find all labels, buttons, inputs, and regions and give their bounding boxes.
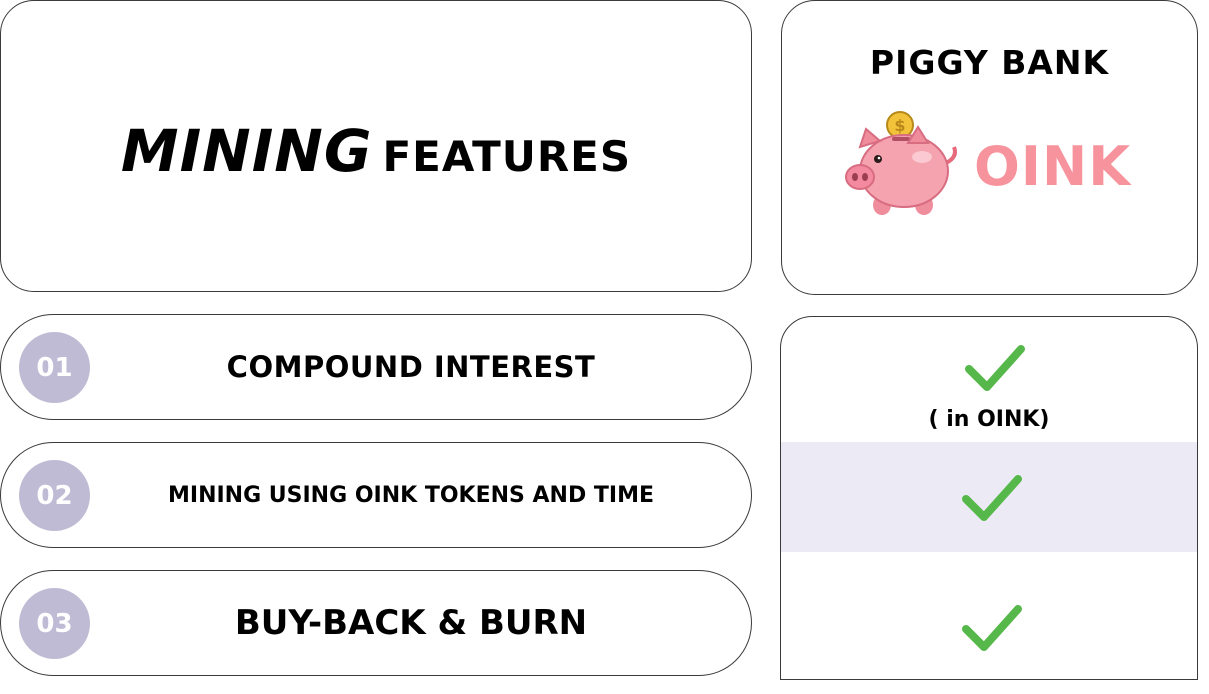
svg-text:$: $ (894, 116, 905, 135)
piggy-bank-title: PIGGY BANK (869, 43, 1110, 82)
page-title: MINING FEATURES (1, 117, 751, 185)
feature-number-badge: 02 (19, 460, 90, 531)
piggy-bank-checks-card: ( in OINK) (780, 316, 1198, 680)
feature-label: MINING USING OINK TOKENS AND TIME (167, 482, 654, 508)
feature-label: BUY-BACK & BURN (234, 603, 588, 643)
checkmark-icon (965, 345, 1025, 391)
feature-label: COMPOUND INTEREST (226, 350, 596, 384)
piggy-bank-icon: $ (845, 111, 957, 215)
checkmark-icon (962, 475, 1022, 521)
title-card: MINING FEATURES (0, 0, 752, 292)
piggy-bank-card: PIGGY BANK $ OINK (781, 0, 1198, 295)
feature-row-buy-back-burn: 03 BUY-BACK & BURN (0, 570, 752, 676)
feature-number-badge: 03 (19, 588, 90, 659)
feature-number-badge: 01 (19, 332, 90, 403)
oink-token-label: OINK (974, 135, 1132, 198)
feature-row-compound-interest: 01 COMPOUND INTEREST (0, 314, 752, 420)
feature-row-mining-using-oink: 02 MINING USING OINK TOKENS AND TIME (0, 442, 752, 548)
title-word-mining: MINING (120, 117, 373, 185)
title-word-features: FEATURES (382, 132, 632, 181)
checkmark-icon (962, 605, 1022, 651)
check-note: ( in OINK) (928, 407, 1050, 432)
